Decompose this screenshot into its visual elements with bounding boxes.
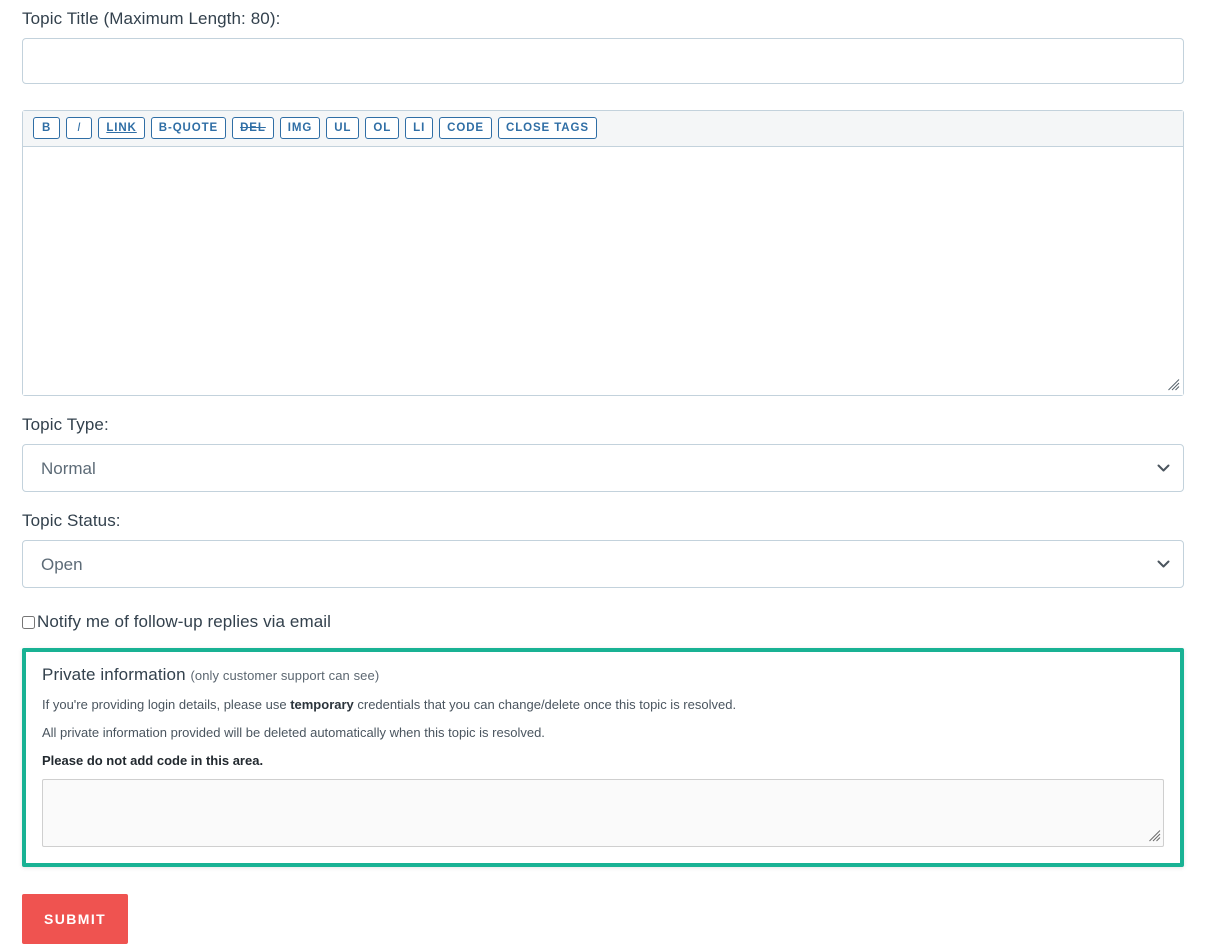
topic-body-editor: B I LINK B-QUOTE DEL IMG UL OL LI CODE C… [22, 110, 1184, 396]
img-button[interactable]: IMG [279, 117, 321, 139]
notify-label[interactable]: Notify me of follow-up replies via email [37, 612, 331, 632]
private-information-textarea[interactable] [42, 779, 1164, 847]
private-note-1-before: If you're providing login details, pleas… [42, 697, 291, 712]
private-textarea-wrap [42, 779, 1164, 847]
private-note-1-after: credentials that you can change/delete o… [353, 697, 737, 712]
submit-row: SUBMIT [22, 894, 1184, 944]
notify-row: Notify me of follow-up replies via email [22, 612, 1184, 632]
private-note-credentials: If you're providing login details, pleas… [42, 696, 1164, 713]
private-note-1-bold: temporary [290, 697, 354, 712]
li-button[interactable]: LI [405, 117, 434, 139]
private-heading-text: Private information [42, 665, 186, 684]
topic-type-select-wrap: Normal [22, 444, 1184, 492]
topic-status-select[interactable]: Open [22, 540, 1184, 588]
ol-button[interactable]: OL [365, 117, 400, 139]
code-button[interactable]: CODE [439, 117, 492, 139]
del-button[interactable]: DEL [232, 117, 274, 139]
submit-button[interactable]: SUBMIT [22, 894, 129, 944]
editor-toolbar: B I LINK B-QUOTE DEL IMG UL OL LI CODE C… [23, 111, 1183, 147]
link-button[interactable]: LINK [98, 117, 145, 139]
ul-button[interactable]: UL [326, 117, 360, 139]
close-tags-button[interactable]: CLOSE TAGS [498, 117, 597, 139]
topic-title-label: Topic Title (Maximum Length: 80): [22, 9, 281, 28]
private-information-panel: Private information (only customer suppo… [22, 648, 1184, 867]
topic-status-select-wrap: Open [22, 540, 1184, 588]
private-note-no-code: Please do not add code in this area. [42, 753, 264, 768]
topic-status-label: Topic Status: [22, 511, 121, 530]
topic-type-label: Topic Type: [22, 415, 109, 434]
private-heading-subtext: (only customer support can see) [190, 668, 380, 683]
new-topic-form: Topic Title (Maximum Length: 80): B I LI… [0, 0, 1206, 944]
blockquote-button[interactable]: B-QUOTE [150, 117, 227, 139]
private-note-deletion: All private information provided will be… [42, 725, 545, 740]
bold-button[interactable]: B [33, 117, 61, 139]
italic-button[interactable]: I [66, 117, 93, 139]
notify-checkbox[interactable] [22, 615, 35, 629]
topic-body-textarea[interactable] [23, 147, 1183, 395]
topic-type-select[interactable]: Normal [22, 444, 1184, 492]
topic-title-input[interactable] [22, 38, 1184, 84]
private-information-heading: Private information (only customer suppo… [42, 664, 1164, 687]
